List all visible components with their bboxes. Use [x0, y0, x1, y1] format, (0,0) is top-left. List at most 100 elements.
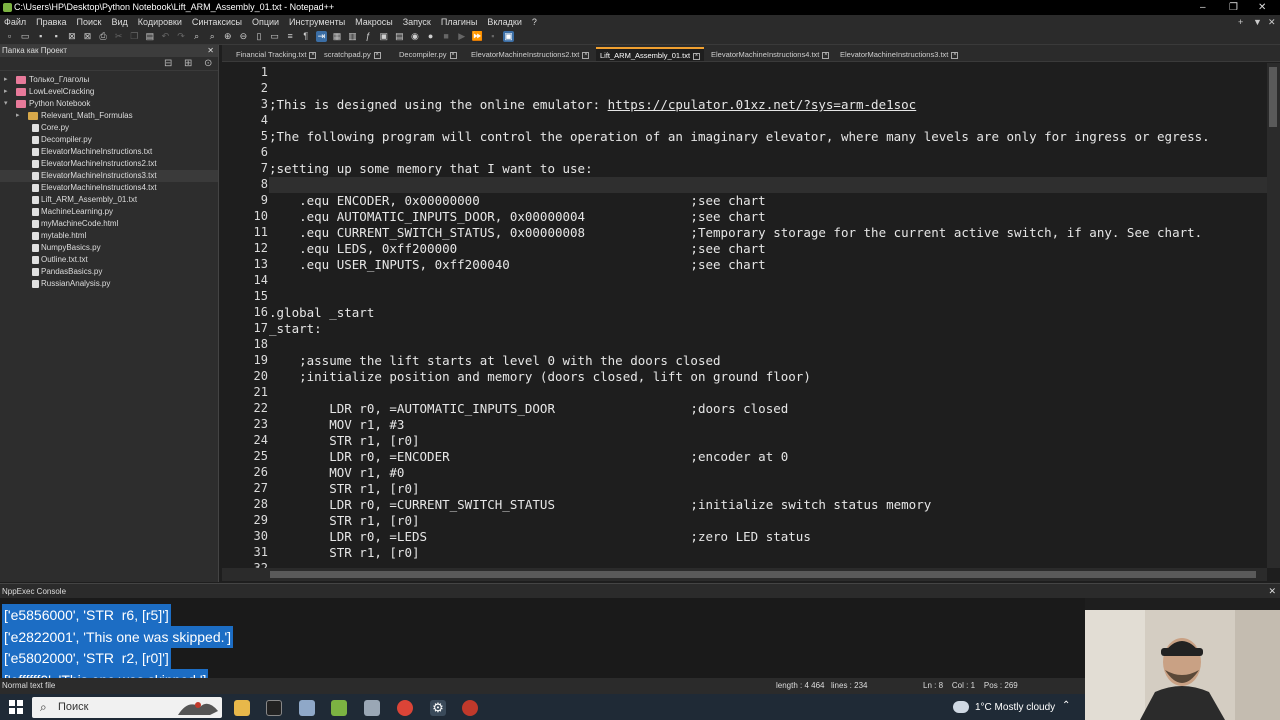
tab-close-icon[interactable]: ×: [693, 52, 701, 60]
code-line[interactable]: STR r1, [r0]: [269, 433, 419, 448]
nppexec-icon[interactable]: ▣: [503, 31, 514, 42]
paste-icon[interactable]: ▤: [144, 31, 155, 42]
console-output-line[interactable]: ['e5856000', 'STR r6, [r5]']: [2, 604, 171, 626]
menu-tools[interactable]: Инструменты: [289, 15, 345, 29]
expand-open-icon[interactable]: ▾: [4, 98, 8, 110]
tab-list-icon[interactable]: ▼: [1253, 15, 1262, 29]
code-line[interactable]: _start:: [269, 321, 322, 336]
app-icon-2[interactable]: [364, 700, 380, 716]
tree-item[interactable]: ▸ LowLevelCracking: [0, 86, 218, 98]
tab-4[interactable]: Lift_ARM_Assembly_01.txt ×: [596, 47, 705, 61]
save-icon[interactable]: ▪: [35, 31, 46, 42]
show-all-chars-icon[interactable]: ¶: [300, 31, 311, 42]
tab-close-icon[interactable]: ×: [309, 51, 317, 59]
menu-edit[interactable]: Правка: [36, 15, 66, 29]
menu-plugins[interactable]: Плагины: [441, 15, 477, 29]
tab-3[interactable]: ElevatorMachineInstructions2.txt ×: [467, 48, 593, 62]
code-line[interactable]: LDR r0, =LEDS ;zero LED status: [269, 529, 811, 544]
close-file-icon[interactable]: ⊠: [66, 31, 77, 42]
tab-close-icon[interactable]: ×: [822, 51, 830, 59]
file-explorer-icon[interactable]: [234, 700, 250, 716]
menu-help[interactable]: ?: [532, 15, 537, 29]
code-line[interactable]: MOV r1, #3: [269, 417, 404, 432]
monitoring-icon[interactable]: ◉: [409, 31, 420, 42]
save-all-icon[interactable]: ▪: [51, 31, 62, 42]
copy-icon[interactable]: ❐: [129, 31, 140, 42]
code-line[interactable]: .equ LEDS, 0xff200000 ;see chart: [269, 241, 766, 256]
code-line[interactable]: ;assume the lift starts at level 0 with …: [269, 353, 720, 368]
run-macro-multiple-icon[interactable]: ⏩: [472, 31, 483, 42]
doc-list-icon[interactable]: ▤: [394, 31, 405, 42]
tree-item[interactable]: mytable.html: [0, 230, 218, 242]
tree-item[interactable]: ElevatorMachineInstructions4.txt: [0, 182, 218, 194]
close-all-icon[interactable]: ⊠: [82, 31, 93, 42]
collapse-all-icon[interactable]: ⊟: [164, 58, 172, 69]
tab-close-icon[interactable]: ×: [449, 51, 457, 59]
tree-item[interactable]: ▸ Только_Глаголы: [0, 74, 218, 86]
code-line[interactable]: STR r1, [r0]: [269, 481, 419, 496]
tab-close-icon[interactable]: ×: [951, 51, 959, 59]
notepadpp-taskbar-icon[interactable]: [331, 700, 347, 716]
close-button[interactable]: ✕: [1258, 0, 1266, 15]
tree-item[interactable]: myMachineCode.html: [0, 218, 218, 230]
tree-item[interactable]: RussianAnalysis.py: [0, 278, 218, 290]
code-line[interactable]: LDR r0, =CURRENT_SWITCH_STATUS ;initiali…: [269, 497, 931, 512]
tab-close-icon[interactable]: ×: [582, 51, 590, 59]
code-line[interactable]: .equ ENCODER, 0x00000000 ;see chart: [269, 193, 766, 208]
record-macro-icon[interactable]: ●: [425, 31, 436, 42]
vertical-scrollbar[interactable]: [1267, 63, 1280, 568]
tab-1[interactable]: scratchpad.py ×: [320, 48, 385, 62]
terminal-icon[interactable]: [266, 700, 282, 716]
code-line[interactable]: LDR r0, =AUTOMATIC_INPUTS_DOOR ;doors cl…: [269, 401, 788, 416]
play-macro-icon[interactable]: ▶: [456, 31, 467, 42]
expand-closed-icon[interactable]: ▸: [4, 86, 8, 98]
close-doc-icon[interactable]: ✕: [1268, 15, 1276, 29]
tree-item[interactable]: Outline.txt.txt: [0, 254, 218, 266]
locate-file-icon[interactable]: ⊞: [184, 58, 192, 69]
console-output-line[interactable]: ['effffff0', 'This one was skipped.']: [2, 668, 209, 678]
doc-map-icon[interactable]: ▥: [347, 31, 358, 42]
code-line[interactable]: .equ CURRENT_SWITCH_STATUS, 0x00000008 ;…: [269, 225, 1202, 240]
emulator-link[interactable]: https://cpulator.01xz.net/?sys=arm-de1so…: [608, 97, 917, 112]
open-file-icon[interactable]: ▭: [20, 31, 31, 42]
zoom-out-icon[interactable]: ⊖: [238, 31, 249, 42]
menu-file[interactable]: Файл: [4, 15, 26, 29]
menu-view[interactable]: Вид: [112, 15, 128, 29]
cut-icon[interactable]: ✂: [113, 31, 124, 42]
weather-text[interactable]: 1°C Mostly cloudy: [975, 702, 1055, 713]
tab-5[interactable]: ElevatorMachineInstructions4.txt ×: [707, 48, 833, 62]
target-icon[interactable]: ⊙: [204, 58, 212, 69]
console-output-line[interactable]: ['e5802000', 'STR r2, [r0]']: [2, 647, 171, 669]
udl-icon[interactable]: ▦: [331, 31, 342, 42]
expand-closed-icon[interactable]: ▸: [16, 110, 20, 122]
new-file-icon[interactable]: ▫: [4, 31, 15, 42]
function-list-icon[interactable]: ƒ: [363, 31, 374, 42]
maximize-button[interactable]: ❐: [1229, 0, 1238, 15]
code-line[interactable]: STR r1, [r0]: [269, 545, 419, 560]
windows-start-icon[interactable]: [9, 700, 23, 714]
minimize-button[interactable]: –: [1200, 0, 1206, 15]
tray-chevron-icon[interactable]: ⌃: [1062, 700, 1070, 711]
replace-icon[interactable]: ⌕: [207, 31, 218, 42]
menu-macro[interactable]: Макросы: [355, 15, 393, 29]
menu-encoding[interactable]: Кодировки: [138, 15, 182, 29]
stop-macro-icon[interactable]: ■: [441, 31, 452, 42]
vertical-scroll-thumb[interactable]: [1269, 67, 1277, 127]
indent-guide-icon[interactable]: ⇥: [315, 31, 327, 42]
tree-item[interactable]: Decompiler.py: [0, 134, 218, 146]
find-icon[interactable]: ⌕: [191, 31, 202, 42]
tab-2[interactable]: Decompiler.py ×: [395, 48, 461, 62]
taskbar-search-box[interactable]: ⌕ Поиск: [32, 697, 222, 718]
horizontal-scrollbar[interactable]: [222, 568, 1267, 581]
code-line[interactable]: ;The following program will control the …: [269, 129, 1210, 144]
menu-run[interactable]: Запуск: [403, 15, 431, 29]
word-wrap-icon[interactable]: ≡: [285, 31, 296, 42]
code-line[interactable]: ;setting up some memory that I want to u…: [269, 161, 593, 176]
tree-item[interactable]: ElevatorMachineInstructions2.txt: [0, 158, 218, 170]
code-line[interactable]: ;initialize position and memory (doors c…: [269, 369, 811, 384]
tab-6[interactable]: ElevatorMachineInstructions3.txt ×: [836, 48, 962, 62]
tree-item[interactable]: Core.py: [0, 122, 218, 134]
code-editor[interactable]: 1 2 3 4 5 6 7 8 9 10 11 12 13 14 15 16 17 18 19 20 21 22 23 24 2…: [222, 63, 1267, 568]
tree-item[interactable]: ▾ Python Notebook: [0, 98, 218, 110]
sync-v-icon[interactable]: ▯: [254, 31, 265, 42]
